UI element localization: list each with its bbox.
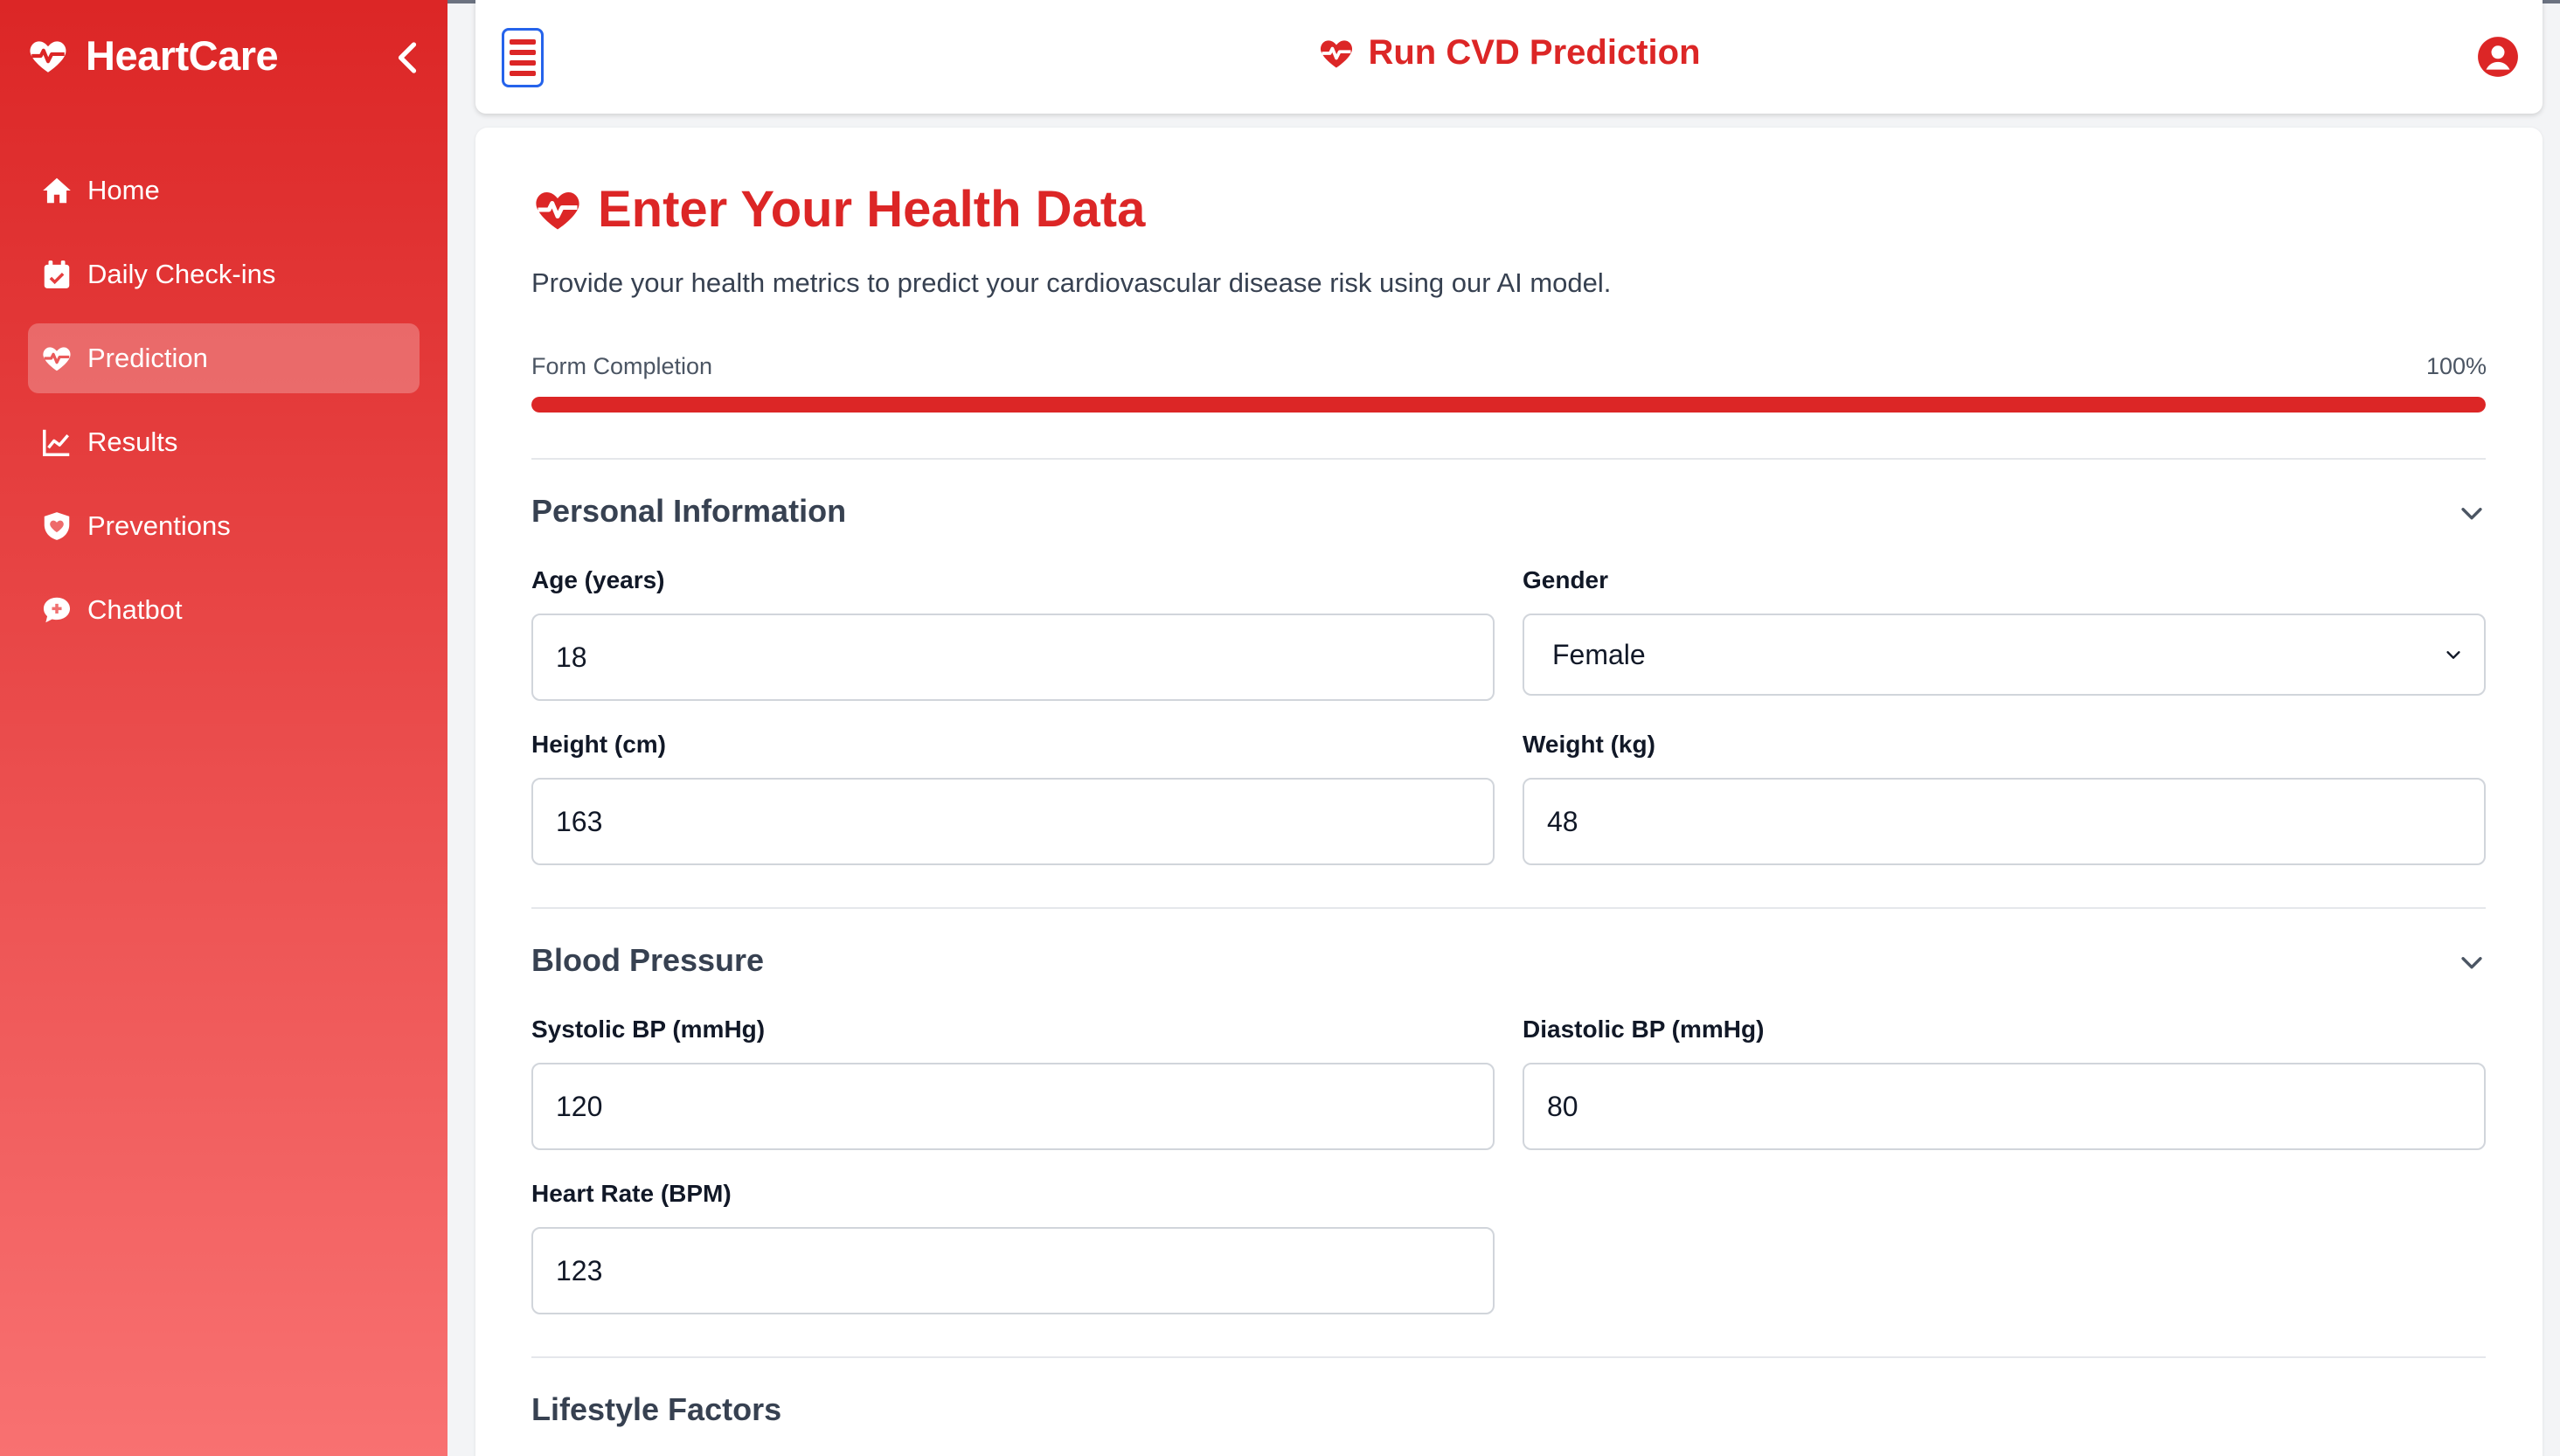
age-input[interactable]: 18: [531, 614, 1495, 701]
section-title-personal[interactable]: Personal Information: [531, 493, 846, 530]
home-icon: [43, 177, 71, 204]
systolic-bp-label: Systolic BP (mmHg): [531, 1016, 766, 1043]
gender-select-value: Female: [1552, 638, 1646, 670]
collapse-sidebar-button[interactable]: [390, 38, 425, 77]
diastolic-bp-label: Diastolic BP (mmHg): [1523, 1016, 1765, 1043]
health-data-form-card: Enter Your Health Data Provide your heal…: [475, 128, 2543, 1456]
sidebar-item-daily-check-ins[interactable]: Daily Check-ins: [28, 239, 420, 309]
diastolic-bp-input[interactable]: 80: [1523, 1063, 2486, 1150]
age-label: Age (years): [531, 566, 665, 593]
progress-bar-fill: [531, 397, 2486, 413]
chevron-down-icon: [2446, 651, 2460, 659]
section-divider: [531, 458, 2486, 460]
calendar-check-icon: [44, 260, 70, 288]
sidebar-item-label: Home: [87, 175, 160, 205]
chart-line-icon: [43, 429, 70, 456]
shield-icon: [44, 512, 70, 540]
brand-name: HeartCare: [86, 32, 279, 79]
sidebar-item-label: Preventions: [87, 510, 231, 541]
page-header-title: Run CVD Prediction: [475, 33, 2543, 73]
sidebar-item-chatbot[interactable]: Chatbot: [28, 575, 420, 645]
gender-label: Gender: [1523, 566, 1609, 593]
page-title: Enter Your Health Data: [531, 180, 1145, 239]
chevron-down-icon[interactable]: [2457, 498, 2487, 528]
heart-rate-input[interactable]: 123: [531, 1227, 1495, 1314]
sidebar: HeartCare Home Daily Check-ins Predictio…: [0, 0, 447, 1456]
heartbeat-icon: [536, 191, 579, 229]
height-label: Height (cm): [531, 731, 666, 758]
progress-percent: 100%: [2425, 353, 2487, 379]
heartbeat-icon: [1321, 39, 1353, 67]
gender-select[interactable]: Female: [1523, 614, 2486, 696]
brand[interactable]: HeartCare: [26, 31, 279, 80]
user-account-icon[interactable]: [2476, 35, 2520, 79]
section-divider: [531, 1356, 2486, 1358]
heartbeat-icon: [43, 347, 71, 371]
page-title-text: Enter Your Health Data: [598, 181, 1146, 238]
sidebar-nav: Home Daily Check-ins Prediction Results …: [28, 156, 420, 659]
systolic-bp-input[interactable]: 120: [531, 1063, 1495, 1150]
sidebar-item-label: Prediction: [87, 343, 208, 373]
sidebar-item-prediction[interactable]: Prediction: [28, 323, 420, 393]
height-input[interactable]: 163: [531, 778, 1495, 865]
sidebar-item-label: Chatbot: [87, 594, 183, 625]
section-title-blood-pressure[interactable]: Blood Pressure: [531, 942, 764, 979]
sidebar-item-preventions[interactable]: Preventions: [28, 491, 420, 561]
sidebar-item-home[interactable]: Home: [28, 156, 420, 225]
sidebar-item-results[interactable]: Results: [28, 407, 420, 477]
top-bar: Run CVD Prediction: [475, 0, 2543, 114]
progress-label: Form Completion: [531, 353, 713, 379]
weight-label: Weight (kg): [1523, 731, 1655, 758]
heart-rate-label: Heart Rate (BPM): [531, 1180, 732, 1207]
sidebar-item-label: Results: [87, 426, 178, 457]
section-title-lifestyle[interactable]: Lifestyle Factors: [531, 1391, 781, 1428]
chevron-down-icon[interactable]: [2457, 947, 2487, 977]
sidebar-item-label: Daily Check-ins: [87, 259, 276, 289]
heartbeat-logo-icon: [30, 40, 66, 73]
page-description: Provide your health metrics to predict y…: [531, 267, 1612, 298]
chevron-left-icon: [398, 42, 417, 73]
header-title-text: Run CVD Prediction: [1368, 33, 1701, 72]
weight-input[interactable]: 48: [1523, 778, 2486, 865]
progress-bar: [531, 397, 2486, 413]
chat-icon: [43, 597, 71, 623]
section-divider: [531, 907, 2486, 909]
